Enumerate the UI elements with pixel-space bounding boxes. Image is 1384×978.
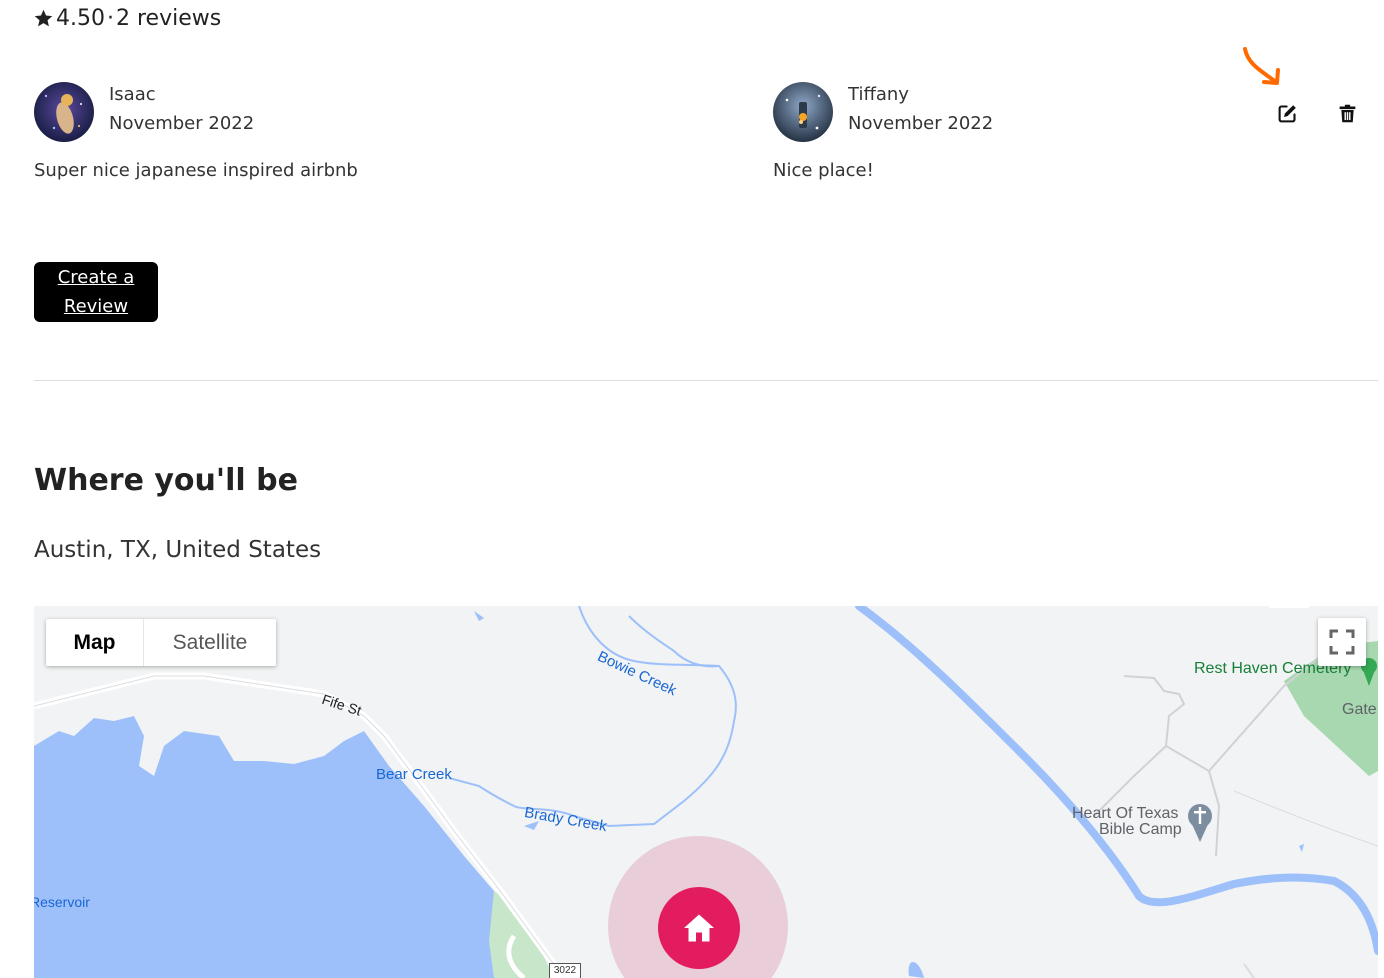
reviewer-name: Isaac	[109, 84, 156, 105]
creek-label: Bear Creek	[376, 766, 452, 783]
fullscreen-button[interactable]	[1318, 618, 1366, 666]
review-date: November 2022	[109, 113, 255, 134]
review-date: November 2022	[848, 113, 994, 134]
poi-label: Gate	[1342, 701, 1377, 718]
annotation-arrow-icon	[1243, 47, 1280, 85]
avatar	[34, 82, 94, 142]
rating-separator: ·	[106, 6, 114, 31]
section-title: Where you'll be	[34, 463, 298, 498]
rating-value: 4.50	[56, 6, 105, 31]
star-icon	[34, 9, 53, 27]
location-marker[interactable]	[658, 887, 740, 969]
avatar	[773, 82, 833, 142]
map-type-satellite-button[interactable]: Satellite	[143, 619, 276, 666]
review-count: 2 reviews	[115, 6, 222, 31]
review-text: Super nice japanese inspired airbnb	[34, 160, 358, 181]
reviews-summary: 4.50 · 2 reviews	[33, 6, 221, 31]
location-text: Austin, TX, United States	[34, 537, 322, 563]
water-label: Reservoir	[34, 894, 90, 910]
fullscreen-icon	[1329, 629, 1355, 655]
trash-icon	[1339, 104, 1355, 122]
review-text: Nice place!	[773, 160, 874, 181]
map[interactable]: Fife St Bowie Creek Bear Creek Brady Cre…	[34, 606, 1378, 978]
poi-label: Bible Camp	[1099, 821, 1182, 838]
delete-review-button[interactable]	[1333, 99, 1361, 127]
reviewer-name: Tiffany	[848, 84, 909, 105]
create-review-button[interactable]: Create a Review	[34, 262, 158, 322]
map-type-map-button[interactable]: Map	[46, 619, 143, 666]
section-divider	[34, 380, 1378, 381]
home-icon	[684, 914, 714, 942]
route-shield: 3022	[549, 963, 581, 978]
edit-icon	[1278, 104, 1296, 122]
map-type-control: Map Satellite	[46, 619, 276, 666]
edit-review-button[interactable]	[1273, 99, 1301, 127]
